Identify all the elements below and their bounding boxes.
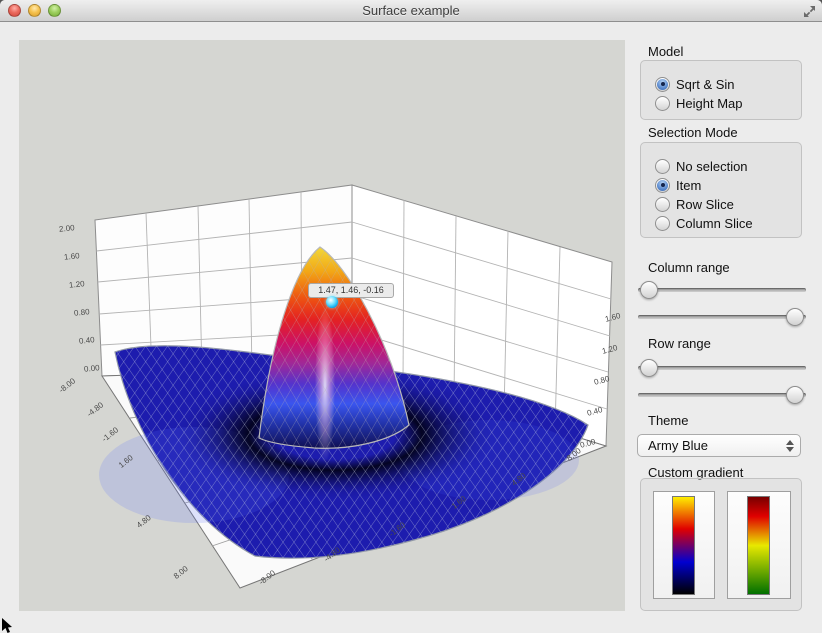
radio-label: Sqrt & Sin — [676, 77, 735, 92]
slider-handle[interactable] — [786, 308, 804, 326]
row-range-label: Row range — [648, 336, 711, 351]
radio-icon — [655, 216, 670, 231]
gradient-black-to-yellow-swatch — [672, 496, 695, 595]
row-range-max-slider[interactable] — [638, 385, 806, 405]
column-range-max-slider[interactable] — [638, 307, 806, 327]
window-title: Surface example — [0, 0, 822, 22]
radio-label: Row Slice — [676, 197, 734, 212]
radio-icon — [655, 197, 670, 212]
selected-point-marker[interactable] — [326, 296, 338, 308]
radio-icon — [655, 178, 670, 193]
titlebar[interactable]: Surface example — [0, 0, 822, 22]
column-range-label: Column range — [648, 260, 730, 275]
radio-height-map[interactable]: Height Map — [655, 94, 742, 112]
y-axis-tick: 1.60 — [64, 251, 80, 262]
radio-sqrt-sin[interactable]: Sqrt & Sin — [655, 75, 735, 93]
slider-track[interactable] — [638, 288, 806, 292]
radio-item[interactable]: Item — [655, 176, 701, 194]
slider-track[interactable] — [638, 393, 806, 397]
radio-icon — [655, 77, 670, 92]
y-axis-tick: 0.00 — [84, 363, 100, 374]
y-axis-tick: 0.40 — [79, 335, 95, 346]
row-range-min-slider[interactable] — [638, 358, 806, 378]
gradient-green-to-red-button[interactable] — [727, 491, 791, 599]
radio-label: Column Slice — [676, 216, 753, 231]
theme-combobox[interactable]: Army Blue — [637, 434, 801, 457]
slider-track[interactable] — [638, 366, 806, 370]
surface-graph[interactable]: 2.00 1.60 1.20 0.80 0.40 0.00 1.60 1.20 … — [19, 40, 625, 611]
radio-label: Height Map — [676, 96, 742, 111]
y-axis-tick: 0.80 — [74, 307, 90, 318]
control-panel: Model Sqrt & Sin Height Map Selection Mo… — [636, 40, 808, 620]
selection-mode-label: Selection Mode — [648, 125, 738, 140]
slider-handle[interactable] — [640, 281, 658, 299]
combo-arrows-icon — [784, 438, 795, 454]
column-range-min-slider[interactable] — [638, 280, 806, 300]
fullscreen-icon[interactable] — [802, 4, 816, 18]
theme-selected-value: Army Blue — [648, 438, 708, 453]
radio-label: No selection — [676, 159, 748, 174]
surface-3d-scene — [19, 40, 625, 611]
radio-no-selection[interactable]: No selection — [655, 157, 748, 175]
app-window: Surface example — [0, 0, 822, 633]
y-axis-tick: 1.20 — [69, 279, 85, 290]
slider-handle[interactable] — [786, 386, 804, 404]
radio-icon — [655, 159, 670, 174]
radio-row-slice[interactable]: Row Slice — [655, 195, 734, 213]
radio-column-slice[interactable]: Column Slice — [655, 214, 753, 232]
radio-icon — [655, 96, 670, 111]
y-axis-tick: 2.00 — [59, 223, 75, 234]
model-label: Model — [648, 44, 683, 59]
radio-label: Item — [676, 178, 701, 193]
gradient-black-to-yellow-button[interactable] — [653, 491, 715, 599]
custom-gradient-groupbox — [640, 478, 802, 611]
theme-label: Theme — [648, 413, 688, 428]
slider-track[interactable] — [638, 315, 806, 319]
selection-label: 1.47, 1.46, -0.16 — [308, 283, 394, 298]
gradient-green-to-red-swatch — [747, 496, 770, 595]
slider-handle[interactable] — [640, 359, 658, 377]
mouse-cursor — [0, 617, 16, 633]
selection-mode-groupbox: No selection Item Row Slice Column Slice — [640, 142, 802, 238]
model-groupbox: Sqrt & Sin Height Map — [640, 60, 802, 120]
